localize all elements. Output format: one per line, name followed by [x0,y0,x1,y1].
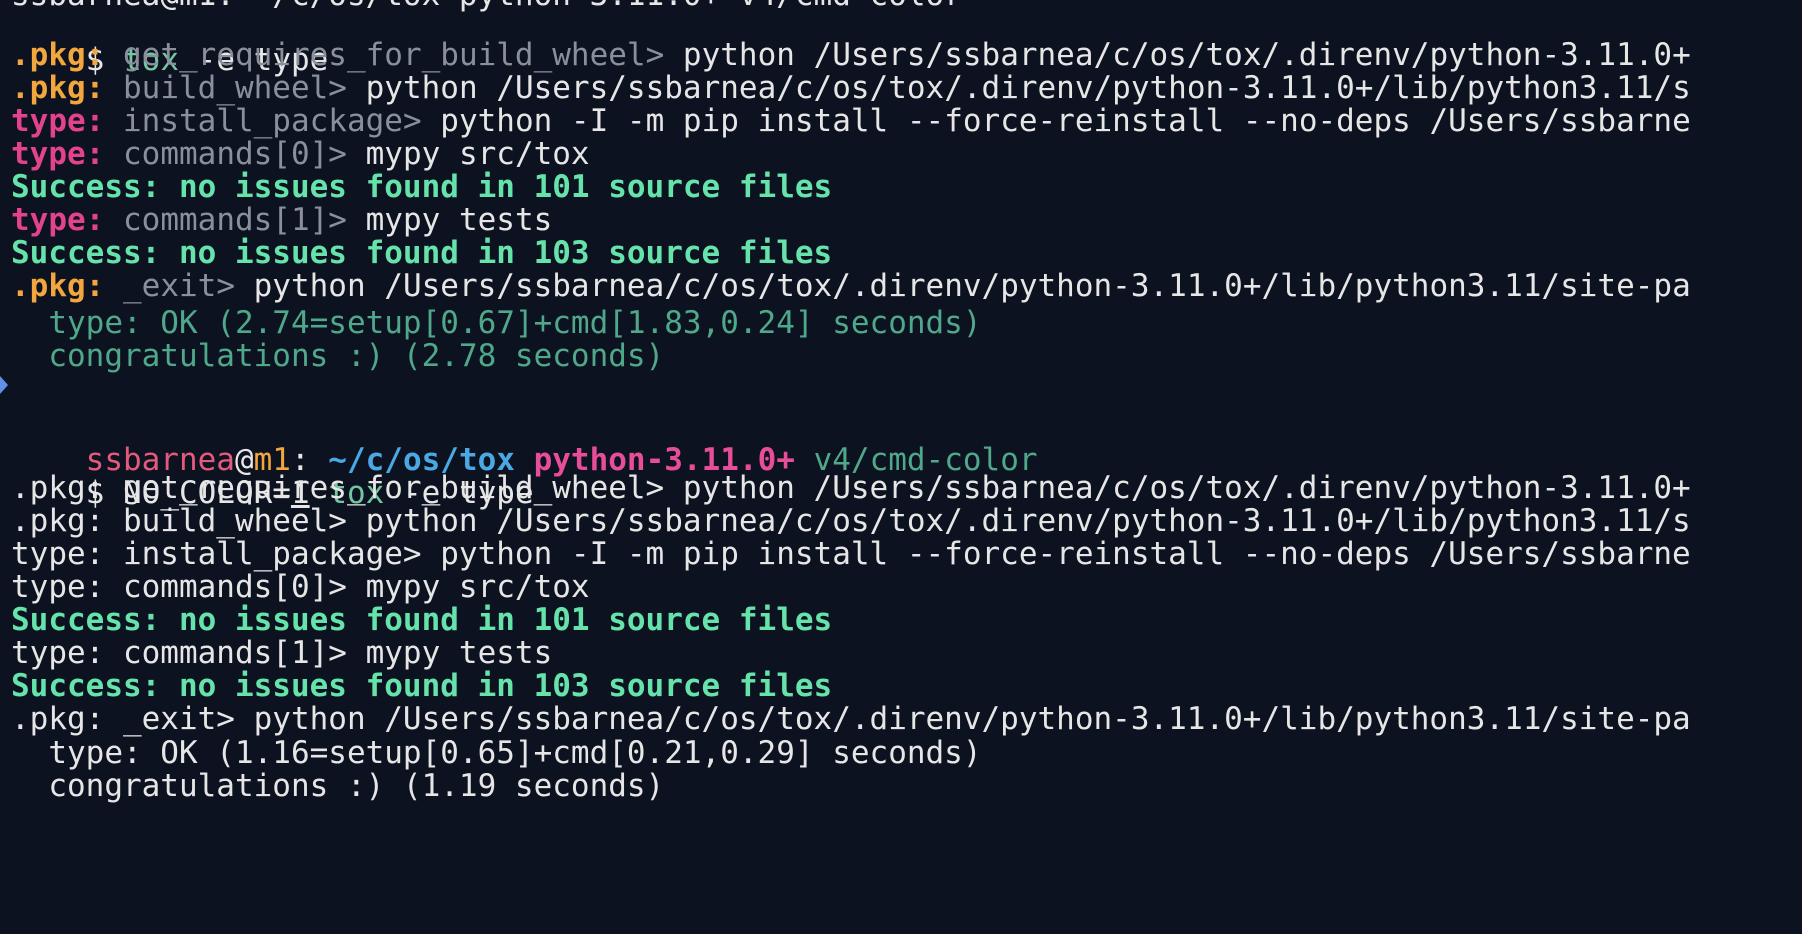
terminal-window[interactable]: ssbarnea@m1: ~/c/os/tox python-3.11.0+ v… [0,0,1802,934]
prompt-marker-icon [0,376,8,394]
output-line: .pkg: _exit> python /Users/ssbarnea/c/os… [11,267,1691,305]
step-command: python /Users/ssbarnea/c/os/tox/.direnv/… [664,37,1691,73]
step-command: mypy tests [346,202,553,238]
step-name: install_package> [123,103,422,139]
step-name: commands[0]> [123,136,347,172]
env-label: type: [11,103,105,139]
env-label: type: [11,202,105,238]
step-command: python -I -m pip install --force-reinsta… [421,103,1691,139]
step-command: mypy src/tox [346,136,590,172]
env-label: type: [11,136,105,172]
run1-report-congrats: congratulations :) (2.78 seconds) [11,338,665,374]
step-name: get_requires_for_build_wheel> [123,37,665,73]
env-label: .pkg: [11,70,105,106]
step-name: _exit> [123,268,235,304]
run2-report-congrats: congratulations :) (1.19 seconds) [11,768,665,804]
step-name: commands[1]> [123,202,347,238]
step-command: python /Users/ssbarnea/c/os/tox/.direnv/… [234,268,1691,304]
env-label: .pkg: [11,37,105,73]
step-command: python /Users/ssbarnea/c/os/tox/.direnv/… [346,70,1691,106]
output-line: .pkg: _exit> python /Users/ssbarnea/c/os… [11,701,1691,737]
env-label: .pkg: [11,268,105,304]
step-name: build_wheel> [123,70,347,106]
